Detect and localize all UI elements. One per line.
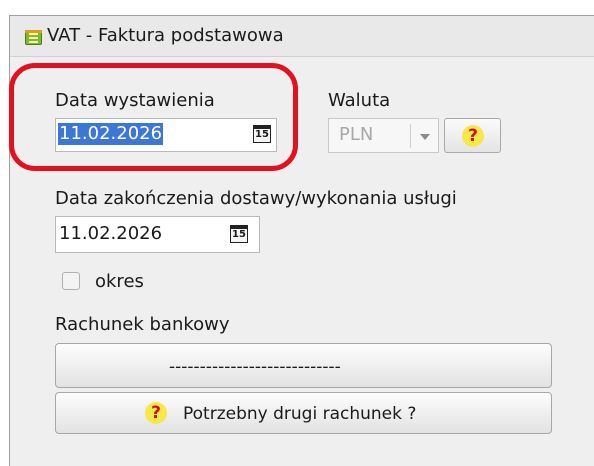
- issue-date-field[interactable]: 11.02.2026 15: [55, 118, 277, 152]
- currency-value: PLN: [339, 124, 374, 145]
- currency-label: Waluta: [328, 90, 391, 111]
- delivery-date-label: Data zakończenia dostawy/wykonania usług…: [55, 188, 457, 209]
- window-title: VAT - Faktura podstawowa: [47, 25, 284, 46]
- calendar-icon[interactable]: 15: [230, 225, 248, 243]
- document-icon: [25, 30, 42, 45]
- delivery-date-value[interactable]: 11.02.2026: [59, 223, 162, 245]
- second-account-button-label: Potrzebny drugi rachunek ?: [183, 404, 417, 424]
- bank-account-label: Rachunek bankowy: [55, 314, 230, 335]
- currency-help-button[interactable]: ?: [444, 118, 501, 153]
- issue-date-label: Data wystawienia: [55, 90, 215, 111]
- combo-separator: [410, 124, 411, 148]
- period-label: okres: [95, 271, 144, 292]
- chevron-down-icon[interactable]: [420, 134, 430, 140]
- help-icon: ?: [145, 402, 167, 424]
- second-account-button[interactable]: ? Potrzebny drugi rachunek ?: [55, 392, 552, 434]
- issue-date-value[interactable]: 11.02.2026: [58, 123, 164, 145]
- currency-select[interactable]: PLN: [328, 118, 439, 153]
- delivery-date-field[interactable]: 11.02.2026 15: [55, 216, 260, 253]
- bank-account-button-label: ----------------------------: [169, 357, 341, 377]
- help-icon: ?: [462, 125, 484, 147]
- period-checkbox[interactable]: [62, 272, 80, 290]
- bank-account-button[interactable]: ----------------------------: [55, 343, 552, 388]
- calendar-icon[interactable]: 15: [253, 125, 271, 143]
- window-titlebar: VAT - Faktura podstawowa: [10, 16, 594, 57]
